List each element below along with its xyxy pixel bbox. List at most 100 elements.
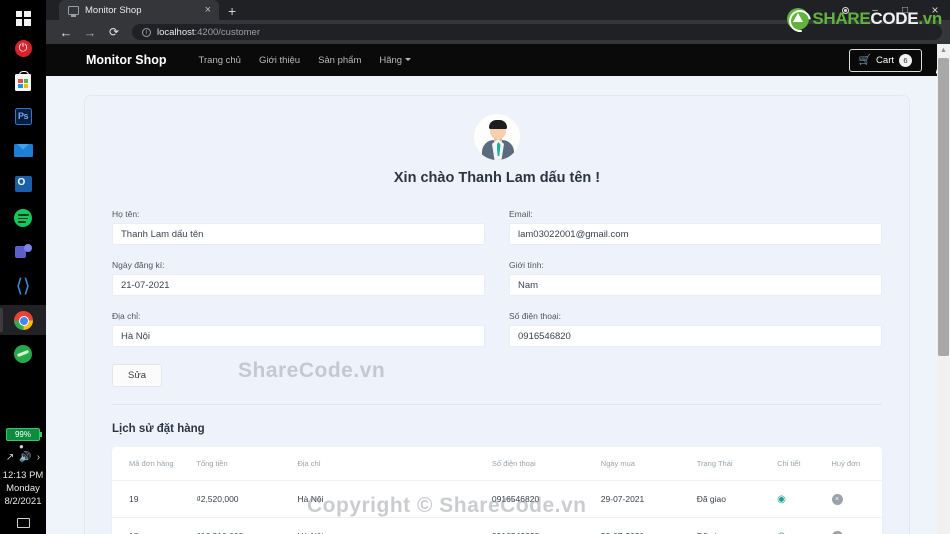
cell-order-id: 19	[112, 480, 193, 518]
nav-link-san-pham[interactable]: Sản phẩm	[318, 55, 361, 66]
input-email[interactable]	[509, 223, 882, 245]
green-app-glyph	[14, 345, 32, 363]
cell-date: 29-07-2021	[596, 480, 693, 518]
cell-order-id: 18	[112, 517, 193, 534]
order-history-table-card: Mã đơn hàng Tổng tiền Địa chỉ Số điện th…	[112, 447, 882, 534]
reload-icon[interactable]: ⟳	[102, 20, 126, 44]
spotify-icon[interactable]	[0, 203, 46, 233]
back-icon[interactable]: ←	[54, 20, 78, 44]
tray-expand-icon[interactable]: ›	[37, 452, 40, 463]
wifi-icon[interactable]: ↗	[6, 452, 14, 463]
scroll-up-icon[interactable]: ▲	[937, 44, 950, 57]
col-cancel: Huỷ đơn	[831, 459, 861, 468]
volume-icon[interactable]: 🔊	[19, 452, 31, 463]
monitor-favicon-icon	[68, 5, 79, 17]
sharecode-logo-icon	[787, 8, 810, 30]
microsoft-store-icon[interactable]	[0, 67, 46, 97]
nav-link-hang[interactable]: Hãng	[379, 55, 412, 66]
table-header-row: Mã đơn hàng Tổng tiền Địa chỉ Số điện th…	[112, 447, 882, 481]
site-brand[interactable]: Monitor Shop	[86, 53, 167, 67]
avatar	[473, 113, 521, 161]
input-phone[interactable]	[509, 325, 882, 347]
col-status: Trạng Thái	[696, 459, 733, 468]
power-icon[interactable]: ⏻	[0, 33, 46, 63]
nav-link-label: Trang chủ	[198, 54, 241, 66]
table-row[interactable]: 18 ₫16,310,000 Hà Nội 0916546820 29-07-2…	[112, 517, 882, 534]
url-path: :4200/customer	[194, 26, 260, 38]
close-tab-icon[interactable]: ×	[205, 4, 211, 16]
field-group-phone: Số điện thoại:	[509, 311, 882, 347]
edit-profile-button[interactable]: Sửa	[112, 364, 162, 387]
site-navbar: Monitor Shop Trang chủ Giới thiệu Sản ph…	[46, 44, 950, 76]
profile-card: Xin chào Thanh Lam dấu tên ! Họ tên: Ema…	[84, 95, 910, 534]
view-detail-icon[interactable]: ◉	[777, 531, 786, 534]
url-host: localhost	[157, 26, 195, 38]
teams-icon[interactable]	[0, 237, 46, 267]
input-address[interactable]	[112, 325, 485, 347]
windows-start-icon[interactable]	[0, 3, 46, 33]
page-viewport: Monitor Shop Trang chủ Giới thiệu Sản ph…	[46, 44, 950, 534]
page-scrollbar[interactable]: ▲	[937, 44, 950, 534]
clock-date: 8/2/2021	[4, 496, 42, 507]
cancel-order-icon[interactable]: ×	[831, 494, 843, 505]
logo-share: SHARE	[812, 9, 871, 28]
field-group-fullname: Họ tên:	[112, 209, 485, 245]
logo-code: CODE	[870, 9, 919, 28]
teams-glyph	[14, 244, 32, 260]
nav-link-gioi-thieu[interactable]: Giới thiệu	[259, 55, 300, 66]
clock-day: Monday	[6, 483, 40, 494]
greeting-title: Xin chào Thanh Lam dấu tên !	[393, 170, 601, 186]
outlook-icon[interactable]	[0, 169, 46, 199]
cart-button[interactable]: 🛒 Cart 6	[848, 48, 922, 72]
label-phone: Số điện thoại:	[509, 311, 561, 321]
site-info-icon[interactable]: i	[142, 27, 151, 37]
page-content: Xin chào Thanh Lam dấu tên ! Họ tên: Ema…	[46, 76, 950, 534]
input-gender[interactable]	[509, 274, 882, 296]
order-history-table: Mã đơn hàng Tổng tiền Địa chỉ Số điện th…	[112, 447, 882, 534]
nav-link-trang-chu[interactable]: Trang chủ	[199, 55, 241, 66]
browser-tab[interactable]: Monitor Shop ×	[59, 0, 219, 20]
taskbar-clock[interactable]: 12:13 PM Monday 8/2/2021	[3, 469, 44, 508]
field-group-gender: Giới tính:	[509, 260, 882, 296]
table-row[interactable]: 19 ₫2,520,000 Hà Nội 0916546820 29-07-20…	[112, 480, 882, 518]
chrome-window: Monitor Shop × + – □ × ← → ⟳ i localhost…	[46, 0, 950, 534]
cell-total: ₫2,520,000	[192, 480, 294, 518]
col-total: Tổng tiền	[196, 459, 228, 468]
input-register-date[interactable]	[112, 274, 485, 296]
navbar-right: 🛒 Cart 6	[848, 48, 936, 72]
sharecode-logo: SHARECODE.vn	[787, 8, 942, 30]
cell-address: Hà Nội	[293, 480, 488, 518]
windows-taskbar: ⏻ Ps ⟨⟩	[0, 0, 46, 534]
photoshop-glyph: Ps	[14, 107, 32, 125]
form-row: Họ tên: Email:	[112, 209, 882, 245]
scrollbar-thumb[interactable]	[938, 58, 949, 356]
cell-cancel: ×	[827, 480, 882, 518]
form-row: Địa chỉ: Số điện thoại:	[112, 311, 882, 347]
outlook-glyph	[14, 176, 32, 192]
nav-link-label: Giới thiệu	[258, 54, 301, 66]
chrome-glyph	[13, 310, 33, 330]
cell-address: Hà Nội	[293, 517, 488, 534]
green-app-icon[interactable]	[0, 339, 46, 369]
col-detail: Chi tiết	[777, 459, 801, 468]
col-phone: Số điện thoại	[491, 459, 536, 468]
system-tray: 99% ● ↗ 🔊 › 12:13 PM Monday 8/2/2021	[0, 428, 46, 534]
field-group-register-date: Ngày đăng kí:	[112, 260, 485, 296]
forward-icon[interactable]: →	[78, 20, 102, 44]
view-detail-icon[interactable]: ◉	[777, 494, 786, 505]
chrome-icon[interactable]	[0, 305, 46, 335]
store-glyph	[15, 71, 31, 91]
url-text: localhost:4200/customer	[157, 27, 260, 38]
battery-indicator[interactable]: 99%	[6, 428, 42, 441]
charging-icon: ●	[19, 442, 24, 451]
notification-center-icon[interactable]	[16, 518, 30, 528]
vscode-icon[interactable]: ⟨⟩	[0, 271, 46, 301]
mail-icon[interactable]	[0, 135, 46, 165]
new-tab-button[interactable]: +	[228, 4, 236, 18]
photoshop-icon[interactable]: Ps	[0, 101, 46, 131]
input-fullname[interactable]	[112, 223, 485, 245]
sharecode-logo-text: SHARECODE.vn	[812, 9, 942, 29]
cell-detail: ◉	[773, 480, 828, 518]
cart-label: Cart	[876, 54, 894, 66]
table-body: 19 ₫2,520,000 Hà Nội 0916546820 29-07-20…	[112, 480, 882, 534]
